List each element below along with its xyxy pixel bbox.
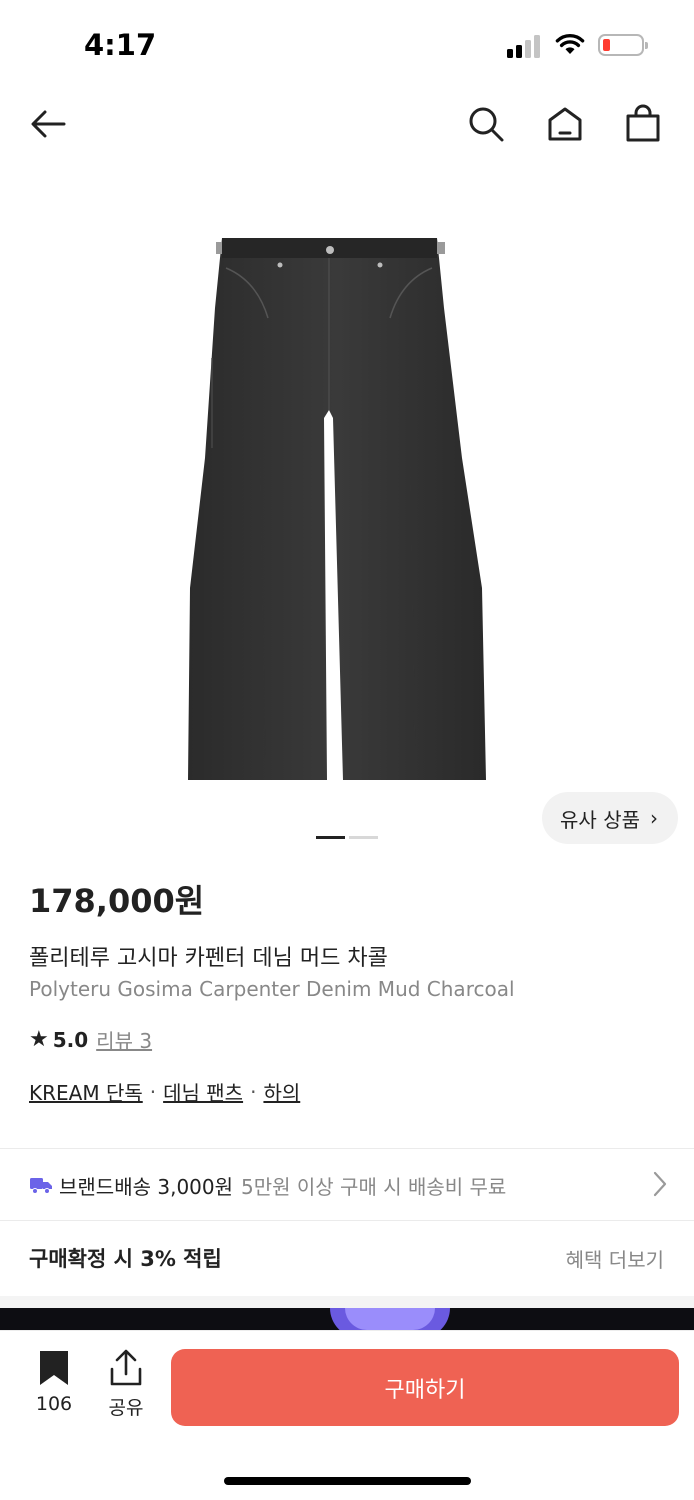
- category-link-kream[interactable]: KREAM 단독: [29, 1077, 143, 1106]
- rating-row: ★ 5.0 리뷰 3: [29, 1025, 152, 1054]
- status-bar: 4:17: [0, 0, 694, 90]
- breadcrumb-separator: ·: [250, 1079, 257, 1104]
- category-link-denim[interactable]: 데님 팬츠: [163, 1077, 243, 1106]
- share-button[interactable]: 공유: [100, 1349, 152, 1420]
- home-indicator: [224, 1477, 471, 1485]
- brand-shipping-fee: 브랜드배송 3,000원: [59, 1174, 234, 1199]
- bookmark-button[interactable]: 106: [28, 1349, 80, 1415]
- product-name-en: Polyteru Gosima Carpenter Denim Mud Char…: [29, 977, 515, 1001]
- share-label: 공유: [108, 1397, 144, 1419]
- bookmark-count: 106: [35, 1393, 73, 1415]
- product-name-ko: 폴리테루 고시마 카펜터 데님 머드 차콜: [29, 946, 388, 971]
- truck-icon: [29, 1176, 53, 1194]
- chevron-right-icon: ›: [650, 806, 658, 830]
- category-breadcrumb: KREAM 단독 · 데님 팬츠 · 하의: [29, 1077, 300, 1106]
- category-link-bottoms[interactable]: 하의: [263, 1077, 300, 1106]
- gallery-pagination: [316, 836, 378, 840]
- divider: [0, 1148, 694, 1149]
- shopping-bag-icon[interactable]: [621, 102, 665, 146]
- similar-products-button[interactable]: 유사 상품 ›: [542, 792, 678, 844]
- wifi-icon: [554, 32, 586, 60]
- product-image[interactable]: [0, 158, 694, 858]
- back-icon[interactable]: [26, 102, 70, 146]
- pagination-dot: [349, 836, 378, 839]
- free-shipping-note: 5만원 이상 구매 시 배송비 무료: [241, 1174, 507, 1199]
- section-spacer: [0, 1296, 694, 1308]
- share-icon: [110, 1349, 142, 1386]
- bookmark-icon: [40, 1351, 68, 1385]
- denim-pants-image: [188, 238, 486, 780]
- points-label: 구매확정 시 3% 적립: [29, 1247, 222, 1271]
- review-link[interactable]: 리뷰 3: [96, 1025, 152, 1054]
- battery-icon: [598, 34, 648, 56]
- product-price: 178,000원: [29, 882, 205, 920]
- star-icon: ★: [29, 1027, 49, 1052]
- top-nav: [0, 90, 694, 158]
- benefits-more-link[interactable]: 혜택 더보기: [566, 1244, 664, 1273]
- pagination-dot-active: [316, 836, 345, 839]
- home-icon[interactable]: [543, 102, 587, 146]
- divider: [0, 1220, 694, 1221]
- chevron-right-icon: [652, 1170, 668, 1203]
- breadcrumb-separator: ·: [149, 1079, 157, 1104]
- similar-products-label: 유사 상품: [560, 807, 640, 832]
- delivery-row[interactable]: 브랜드배송 3,000원 5만원 이상 구매 시 배송비 무료: [0, 1150, 694, 1220]
- buy-button[interactable]: 구매하기: [171, 1349, 679, 1426]
- bottom-action-bar: 106 공유 구매하기: [0, 1330, 694, 1500]
- search-icon[interactable]: [464, 102, 508, 146]
- points-row: 구매확정 시 3% 적립 혜택 더보기: [0, 1222, 694, 1294]
- status-time: 4:17: [84, 28, 157, 62]
- rating-score: 5.0: [52, 1027, 89, 1052]
- signal-icon: [507, 34, 543, 58]
